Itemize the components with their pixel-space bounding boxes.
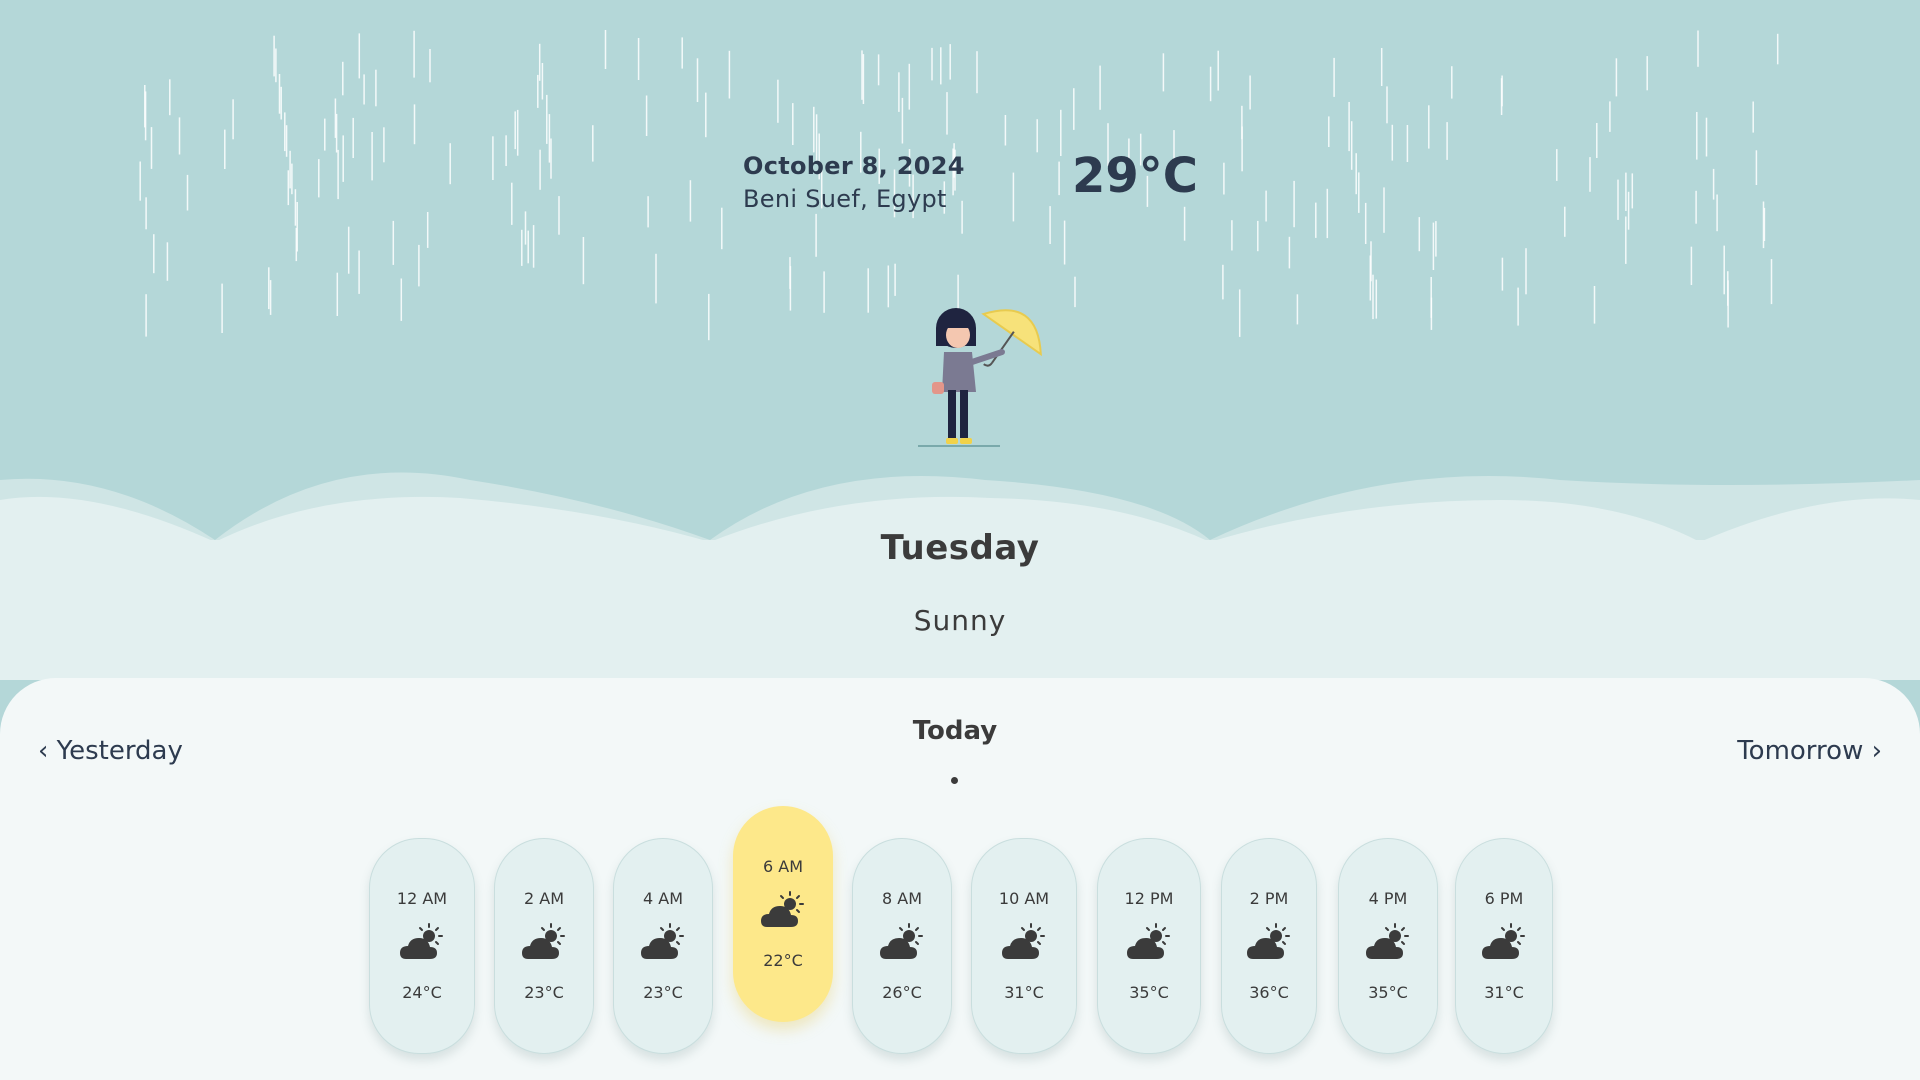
hour-temperature: 36°C: [1249, 983, 1289, 1002]
partly-cloudy-icon: [641, 923, 685, 963]
hour-card[interactable]: 8 AM 26°C: [852, 838, 952, 1054]
hour-temperature: 31°C: [1004, 983, 1044, 1002]
hour-temperature: 23°C: [524, 983, 564, 1002]
hour-temperature: 24°C: [402, 983, 442, 1002]
partly-cloudy-icon: [1482, 923, 1526, 963]
hour-time: 8 AM: [881, 889, 922, 908]
partly-cloudy-icon: [1247, 923, 1291, 963]
tomorrow-button[interactable]: Tomorrow ›: [1737, 736, 1882, 766]
partly-cloudy-icon: [880, 923, 924, 963]
hour-card[interactable]: 10 AM 31°C: [971, 838, 1077, 1054]
hour-temperature: 31°C: [1484, 983, 1524, 1002]
partly-cloudy-icon: [522, 923, 566, 963]
hour-temperature: 35°C: [1129, 983, 1169, 1002]
hour-time: 2 AM: [523, 889, 564, 908]
hour-time: 10 AM: [998, 889, 1050, 908]
hour-time: 6 AM: [762, 857, 803, 876]
partly-cloudy-icon: [1366, 923, 1410, 963]
partly-cloudy-icon: [1002, 923, 1046, 963]
hour-card[interactable]: 4 AM 23°C: [613, 838, 713, 1054]
hour-time: 6 PM: [1484, 889, 1524, 908]
current-date: October 8, 2024: [743, 152, 965, 180]
hour-card[interactable]: 12 AM 24°C: [369, 838, 475, 1054]
current-location: Beni Suef, Egypt: [743, 185, 947, 213]
hour-card[interactable]: 2 AM 23°C: [494, 838, 594, 1054]
partly-cloudy-icon: [400, 923, 444, 963]
hour-time: 12 AM: [396, 889, 448, 908]
hour-card[interactable]: 6 AM 22°C: [733, 806, 833, 1022]
hour-card[interactable]: 2 PM 36°C: [1221, 838, 1317, 1054]
hour-card[interactable]: 6 PM 31°C: [1455, 838, 1553, 1054]
partly-cloudy-icon: [1127, 923, 1171, 963]
hour-time: 12 PM: [1124, 889, 1174, 908]
day-name: Tuesday: [880, 528, 1040, 568]
hour-temperature: 22°C: [763, 951, 803, 970]
today-indicator-dot: [951, 777, 958, 784]
girl-with-umbrella-illustration: [918, 308, 1042, 447]
hour-time: 4 PM: [1368, 889, 1408, 908]
today-label: Today: [912, 716, 998, 746]
hour-card[interactable]: 4 PM 35°C: [1338, 838, 1438, 1054]
hour-time: 2 PM: [1249, 889, 1289, 908]
hour-temperature: 23°C: [643, 983, 683, 1002]
day-condition: Sunny: [913, 604, 1007, 637]
hour-temperature: 35°C: [1368, 983, 1408, 1002]
hour-time: 4 AM: [642, 889, 683, 908]
hour-temperature: 26°C: [882, 983, 922, 1002]
current-temperature: 29°C: [1072, 148, 1199, 204]
hour-card[interactable]: 12 PM 35°C: [1097, 838, 1201, 1054]
partly-cloudy-icon: [761, 891, 805, 931]
